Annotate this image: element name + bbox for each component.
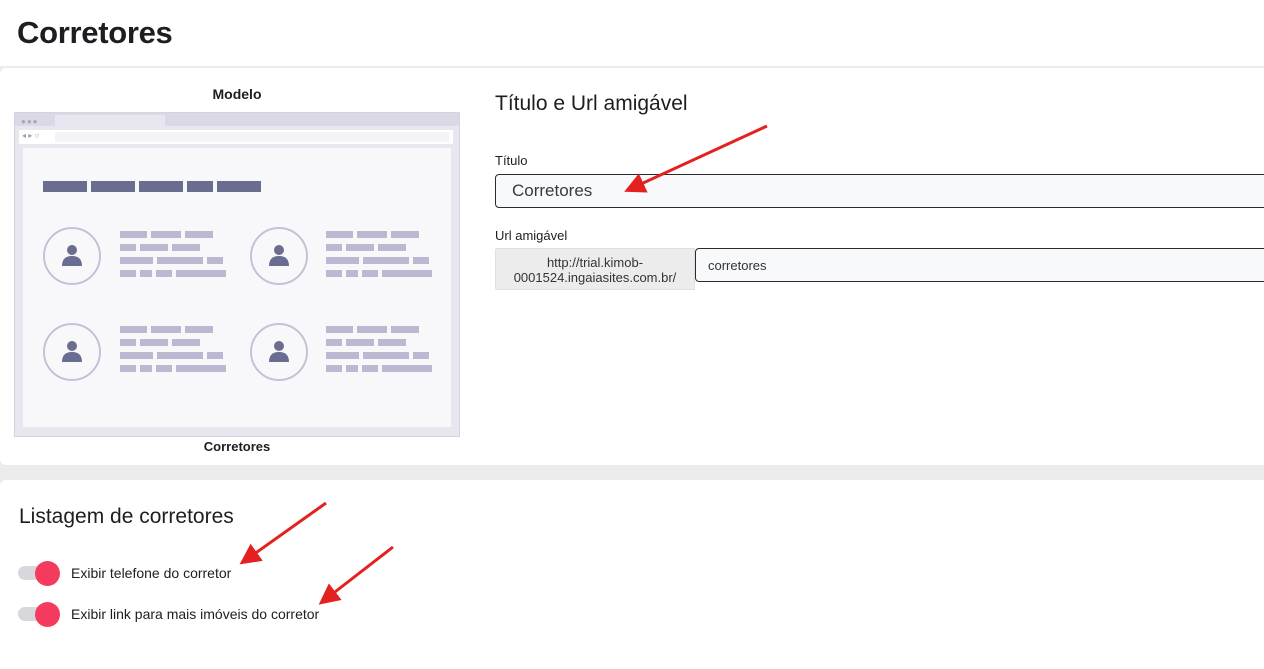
layout-preview: ●●● ◂ ▸ ○ xyxy=(14,112,460,437)
preview-text-line xyxy=(363,352,409,359)
preview-text-line xyxy=(413,352,429,359)
preview-avatar xyxy=(43,323,101,381)
preview-title-block xyxy=(91,181,135,192)
preview-text-line xyxy=(362,270,378,277)
show-more-properties-toggle[interactable] xyxy=(18,602,60,627)
preview-text-line xyxy=(413,257,429,264)
preview-text-line xyxy=(156,365,172,372)
preview-text-line xyxy=(120,339,136,346)
preview-avatar xyxy=(250,227,308,285)
preview-text-line xyxy=(362,365,378,372)
preview-text-line xyxy=(326,270,342,277)
preview-text-line xyxy=(157,352,203,359)
preview-text-line xyxy=(382,270,432,277)
user-icon xyxy=(62,245,82,266)
preview-text-line xyxy=(357,326,387,333)
preview-text-line xyxy=(172,339,200,346)
preview-canvas xyxy=(23,148,451,427)
show-more-properties-label: Exibir link para mais imóveis do correto… xyxy=(71,606,320,622)
preview-text-line xyxy=(346,270,358,277)
preview-url-box xyxy=(55,132,449,142)
preview-tab xyxy=(55,115,165,126)
preview-text-line xyxy=(185,231,213,238)
preview-text-line xyxy=(346,244,374,251)
show-phone-toggle[interactable] xyxy=(18,561,60,586)
preview-text-line xyxy=(120,352,153,359)
preview-text-line xyxy=(326,339,342,346)
user-icon xyxy=(62,341,82,362)
friendly-url-input[interactable] xyxy=(695,248,1264,282)
preview-text-line xyxy=(140,365,152,372)
preview-text-line xyxy=(326,326,353,333)
preview-text-line xyxy=(378,244,406,251)
preview-text-line xyxy=(120,257,153,264)
preview-text-line xyxy=(172,244,200,251)
preview-text-line xyxy=(157,257,203,264)
preview-text-line xyxy=(326,365,342,372)
preview-text-line xyxy=(120,326,147,333)
preview-text-line xyxy=(207,257,223,264)
page-title: Corretores xyxy=(17,15,173,50)
preview-text-line xyxy=(357,231,387,238)
preview-text-line xyxy=(382,365,432,372)
listing-heading: Listagem de corretores xyxy=(19,505,234,528)
preview-text-line xyxy=(185,326,213,333)
title-url-heading: Título e Url amigável xyxy=(495,92,688,115)
preview-text-line xyxy=(346,365,358,372)
toggle-knob xyxy=(35,561,60,586)
preview-urlbar: ◂ ▸ ○ xyxy=(19,130,453,144)
show-phone-label: Exibir telefone do corretor xyxy=(71,565,232,581)
preview-title-block xyxy=(43,181,87,192)
preview-text-line xyxy=(120,270,136,277)
url-field-label: Url amigável xyxy=(495,228,568,243)
preview-label: Modelo xyxy=(212,86,262,102)
preview-text-line xyxy=(363,257,409,264)
window-dots-icon: ●●● xyxy=(21,117,39,126)
preview-title-block xyxy=(187,181,213,192)
preview-text-line xyxy=(391,326,419,333)
preview-text-line xyxy=(176,270,226,277)
preview-title-block xyxy=(217,181,261,192)
preview-text-line xyxy=(391,231,419,238)
preview-tabbar: ●●● xyxy=(15,113,459,126)
preview-title-block xyxy=(139,181,183,192)
preview-text-line xyxy=(140,244,168,251)
preview-text-line xyxy=(140,339,168,346)
preview-text-line xyxy=(326,231,353,238)
preview-text-line xyxy=(176,365,226,372)
preview-text-line xyxy=(120,244,136,251)
preview-text-line xyxy=(156,270,172,277)
preview-text-line xyxy=(378,339,406,346)
title-field-label: Título xyxy=(495,153,528,168)
preview-text-line xyxy=(346,339,374,346)
browser-nav-icon: ◂ ▸ ○ xyxy=(22,131,40,140)
preview-text-line xyxy=(151,326,181,333)
user-icon xyxy=(269,341,289,362)
url-prefix: http://trial.kimob-0001524.ingaiasites.c… xyxy=(495,248,695,290)
preview-avatar xyxy=(250,323,308,381)
preview-text-line xyxy=(326,244,342,251)
toggle-knob xyxy=(35,602,60,627)
title-input[interactable] xyxy=(495,174,1264,208)
preview-text-line xyxy=(151,231,181,238)
preview-text-line xyxy=(207,352,223,359)
preview-text-line xyxy=(120,231,147,238)
preview-caption: Corretores xyxy=(203,439,271,454)
preview-text-line xyxy=(140,270,152,277)
preview-text-line xyxy=(326,257,359,264)
preview-text-line xyxy=(326,352,359,359)
preview-text-line xyxy=(120,365,136,372)
user-icon xyxy=(269,245,289,266)
preview-avatar xyxy=(43,227,101,285)
page-header: Corretores xyxy=(0,0,1264,66)
